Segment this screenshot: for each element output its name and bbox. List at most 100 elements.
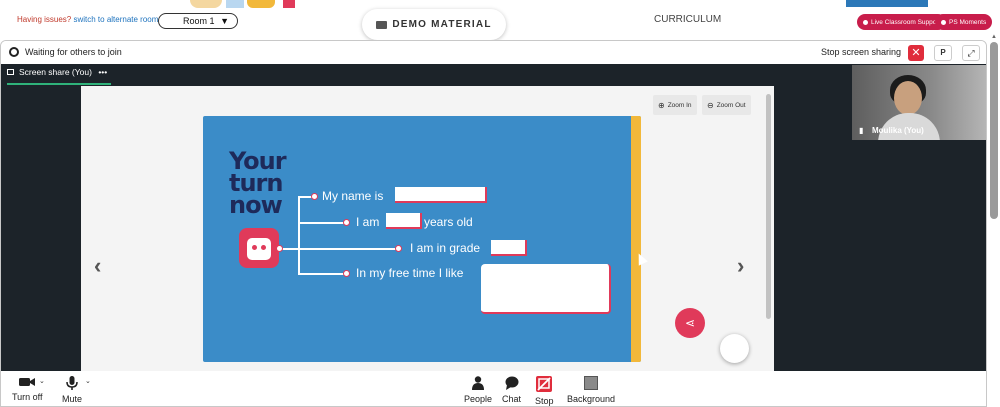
screen-icon: [7, 69, 14, 75]
connector-node: [343, 219, 350, 226]
slide-accent-band: [631, 116, 641, 362]
camera-options-caret-icon[interactable]: ⌄: [39, 377, 45, 385]
demo-material-button[interactable]: DEMO MATERIAL: [362, 9, 506, 40]
stop-share-button[interactable]: Stop: [535, 376, 554, 406]
participant-video[interactable]: ▮ Moulika (You): [852, 65, 986, 140]
bottom-toolbar: Turn off ⌄ Mute ⌄ People Chat Stop Backg…: [1, 371, 986, 406]
name-answer-box: [395, 187, 487, 203]
background-label: Background: [567, 394, 616, 404]
participant-name: Moulika (You): [872, 126, 924, 135]
caret-down-icon: ▼: [220, 16, 229, 26]
connector-node: [276, 245, 283, 252]
stop-label: Stop: [535, 396, 554, 406]
decorative-shape: [190, 0, 222, 8]
background-icon: [584, 376, 599, 390]
issue-notice: Having issues? switch to alternate room: [17, 15, 158, 24]
decorative-shape: [247, 0, 275, 8]
room-select[interactable]: Room 1 ▼: [158, 13, 238, 29]
close-circle-icon: [941, 19, 946, 25]
age-answer-box: [386, 213, 422, 229]
background-button[interactable]: Background: [567, 376, 615, 404]
page-scrollbar[interactable]: [990, 42, 998, 219]
live-classroom-support-button[interactable]: Live Classroom Support: [857, 14, 947, 30]
connector-node: [311, 193, 318, 200]
connector-line: [298, 196, 300, 274]
chat-button[interactable]: Chat: [502, 376, 521, 404]
connector-node: [343, 270, 350, 277]
mic-icon: ▮: [859, 126, 864, 135]
meeting-stage: Screen share (You) ••• ⊕ Zoom In ⊖ Zoom Ou…: [1, 64, 986, 371]
chat-icon: [505, 376, 518, 390]
p-button[interactable]: P: [934, 45, 952, 61]
mute-button[interactable]: Mute: [62, 376, 82, 404]
grade-answer-box: [491, 240, 527, 256]
scroll-thumb[interactable]: [766, 94, 771, 319]
more-options-icon[interactable]: •••: [98, 67, 107, 77]
zoom-out-icon: ⊖: [707, 100, 714, 110]
stop-sharing-button[interactable]: ✕: [908, 45, 924, 61]
slide: Your turn now My name is I am years old …: [203, 116, 641, 362]
meeting-header: Waiting for others to join Stop screen s…: [1, 41, 986, 64]
camera-icon: [19, 378, 36, 386]
curriculum-tab[interactable]: CURRICULUM: [654, 14, 721, 25]
slide-text-age-suffix: years old: [424, 215, 473, 229]
zoom-out-label: Zoom Out: [716, 101, 746, 109]
video-head: [894, 81, 922, 115]
slide-text-hobby: In my free time I like: [356, 266, 464, 280]
ps-moments-label: PS Moments: [949, 18, 987, 26]
tab-label: Screen share (You): [19, 67, 92, 77]
connector-line: [298, 273, 344, 275]
decorative-shape: [226, 0, 244, 8]
heading-line: now: [229, 191, 283, 219]
people-label: People: [464, 394, 493, 404]
zoom-out-button[interactable]: ⊖ Zoom Out: [702, 95, 751, 115]
waiting-status: Waiting for others to join: [25, 47, 122, 57]
people-button[interactable]: People: [464, 376, 492, 404]
live-support-label: Live Classroom Support: [871, 18, 941, 26]
robot-face: [247, 238, 271, 260]
gear-icon[interactable]: [9, 47, 19, 57]
microphone-icon: [66, 376, 78, 390]
decorative-shape: [283, 0, 295, 8]
close-circle-icon: [863, 19, 868, 25]
tab-screen-share[interactable]: Screen share (You) •••: [7, 67, 107, 77]
room-select-value: Room 1: [183, 16, 215, 26]
zoom-in-icon: ⊕: [658, 100, 665, 110]
top-bar: Having issues? switch to alternate room …: [0, 0, 1000, 40]
stop-sharing-label: Stop screen sharing: [821, 47, 902, 57]
folder-icon: [376, 20, 388, 29]
viewer-scrollbar[interactable]: [766, 91, 771, 366]
robot-eye: [252, 245, 257, 250]
slide-text-name: My name is: [322, 189, 384, 203]
robot-eye: [261, 245, 266, 250]
share-icon[interactable]: ⋖: [675, 308, 705, 338]
fullscreen-button[interactable]: ⤢: [962, 45, 980, 61]
hobby-answer-box: [481, 264, 611, 314]
connector-line: [298, 222, 344, 224]
meeting-frame: Waiting for others to join Stop screen s…: [0, 40, 987, 407]
ps-moments-button[interactable]: PS Moments: [935, 14, 993, 30]
slide-heading: Your turn now: [229, 149, 287, 219]
connector-line: [298, 248, 396, 250]
people-icon: [472, 376, 485, 390]
connector-line: [298, 196, 312, 198]
camera-toggle-button[interactable]: Turn off: [12, 376, 43, 402]
stop-share-icon: [536, 376, 553, 392]
floating-action-button[interactable]: [720, 334, 749, 363]
page-scroll-up-icon[interactable]: ▲: [991, 34, 997, 40]
mute-label: Mute: [62, 394, 83, 404]
chat-label: Chat: [502, 394, 522, 404]
demo-material-label: DEMO MATERIAL: [392, 19, 492, 30]
slide-text-age: I am: [356, 215, 380, 229]
alternate-room-link[interactable]: switch to alternate room: [73, 15, 158, 24]
prev-slide-icon[interactable]: ‹: [94, 253, 101, 279]
slide-text-grade: I am in grade: [410, 241, 481, 255]
camera-label: Turn off: [12, 392, 43, 402]
connector-node: [395, 245, 402, 252]
zoom-in-button[interactable]: ⊕ Zoom In: [653, 95, 697, 115]
curriculum-indicator: [846, 0, 928, 7]
tab-active-indicator: [7, 83, 111, 85]
shared-screen: ⊕ Zoom In ⊖ Zoom Out ‹ › Your turn now M…: [81, 86, 774, 371]
next-slide-icon[interactable]: ›: [737, 253, 744, 279]
mic-options-caret-icon[interactable]: ⌄: [85, 377, 91, 385]
